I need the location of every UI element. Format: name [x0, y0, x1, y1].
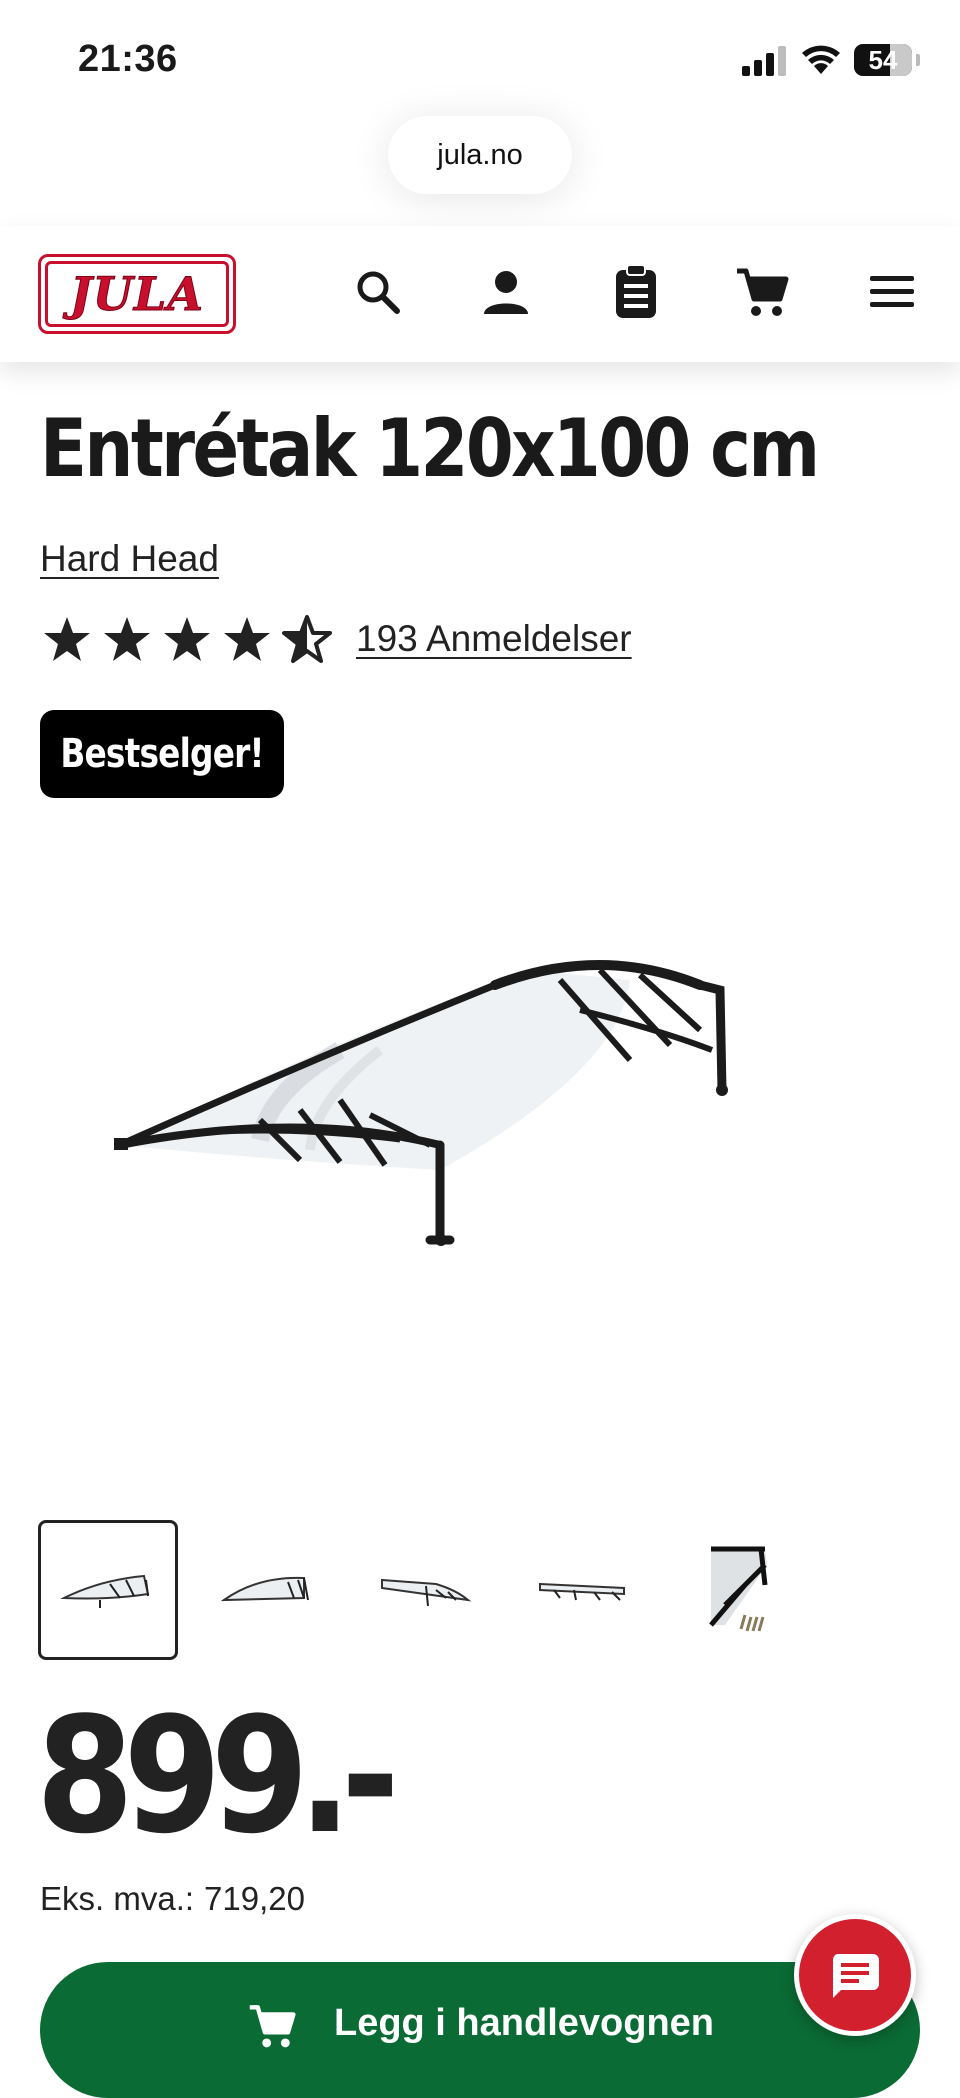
logo-frame: JULA: [45, 261, 229, 327]
chat-icon: [832, 1954, 879, 1998]
star-full-icon: [104, 617, 150, 661]
price-ex-vat: Eks. mva.: 719,20: [40, 1880, 305, 1918]
star-full-icon: [164, 617, 210, 661]
price-ex-vat-value: 719,20: [204, 1880, 305, 1917]
cellular-signal-icon: [742, 44, 786, 76]
star-full-icon: [224, 617, 270, 661]
status-time: 21:36: [78, 38, 178, 80]
site-header: JULA: [0, 226, 960, 362]
chat-button[interactable]: [794, 1914, 916, 2036]
shopping-list-button[interactable]: [606, 262, 666, 322]
product-title: Entrétak 120x100 cm: [40, 402, 820, 495]
thumbnail-image: [539, 1582, 625, 1601]
jula-logo[interactable]: JULA: [38, 254, 236, 334]
thumbnail-4[interactable]: [512, 1520, 652, 1660]
clipboard-icon: [616, 264, 656, 318]
thumbnail-image: [709, 1546, 768, 1632]
badge-label: Bestselger!: [60, 731, 264, 777]
thumbnail-gallery: [38, 1520, 810, 1660]
thumbnail-image: [220, 1576, 309, 1602]
thumbnail-image: [60, 1574, 150, 1608]
menu-button[interactable]: [862, 262, 922, 322]
cart-button[interactable]: [732, 262, 792, 322]
rating-stars: [42, 614, 332, 668]
product-image[interactable]: [100, 930, 860, 1270]
star-half-icon: [282, 615, 332, 663]
price-ex-vat-label: Eks. mva.:: [40, 1880, 195, 1917]
brand-link[interactable]: Hard Head: [40, 538, 219, 580]
star-full-icon: [44, 617, 90, 661]
thumbnail-5[interactable]: [670, 1520, 810, 1660]
cart-icon: [737, 268, 789, 316]
reviews-link[interactable]: 193 Anmeldelser: [356, 618, 632, 660]
battery-icon: 54: [854, 44, 920, 76]
thumbnail-3[interactable]: [354, 1520, 494, 1660]
search-icon: [357, 271, 400, 314]
thumbnail-image: [381, 1578, 472, 1607]
bestseller-badge: Bestselger!: [40, 710, 284, 798]
url-text: jula.no: [437, 138, 523, 171]
search-button[interactable]: [348, 262, 408, 322]
status-bar: 21:36 54: [0, 0, 960, 110]
thumbnail-2[interactable]: [196, 1520, 336, 1660]
account-icon: [484, 271, 528, 314]
product-price: 899.-: [36, 1682, 400, 1869]
logo-text: JULA: [70, 267, 204, 322]
account-button[interactable]: [476, 262, 536, 322]
cart-icon: [249, 2005, 296, 2048]
thumbnail-1[interactable]: [38, 1520, 178, 1660]
url-bar[interactable]: jula.no: [388, 116, 572, 194]
wifi-icon: [802, 45, 840, 74]
add-to-cart-label: Legg i handlevognen: [333, 2002, 715, 2044]
battery-level: 54: [868, 44, 898, 75]
menu-icon: [870, 276, 914, 307]
